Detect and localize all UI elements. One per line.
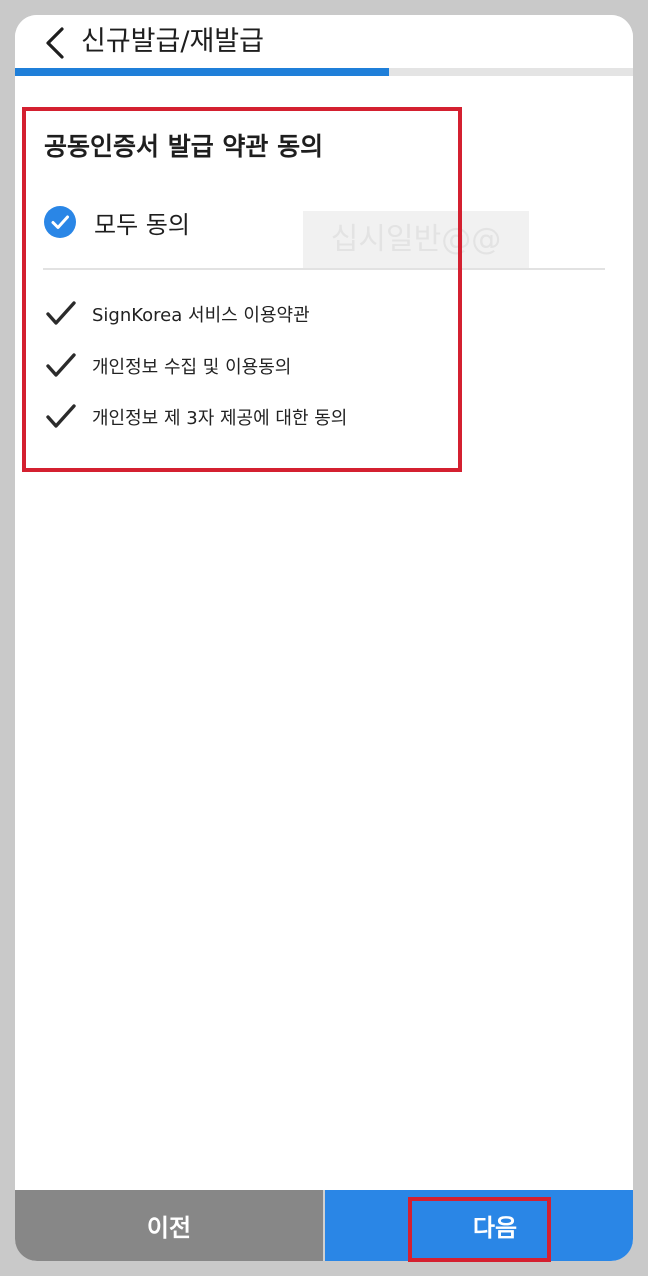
term-item-privacy-collection[interactable]: 개인정보 수집 및 이용동의 xyxy=(45,346,291,386)
term-item-service[interactable]: SignKorea 서비스 이용약관 xyxy=(45,294,310,334)
term-item-label: 개인정보 제 3자 제공에 대한 동의 xyxy=(92,408,348,429)
check-circle-icon xyxy=(44,206,76,238)
next-button[interactable]: 다음 xyxy=(325,1190,633,1261)
back-button[interactable] xyxy=(35,23,75,63)
term-item-label: SignKorea 서비스 이용약관 xyxy=(92,305,310,326)
agree-all-checkbox[interactable]: 모두 동의 xyxy=(43,201,190,243)
checkmark-icon xyxy=(46,353,76,377)
agree-all-label: 모두 동의 xyxy=(94,210,190,239)
checkmark-icon xyxy=(46,301,76,325)
progress-bar-fill xyxy=(15,68,389,76)
bottom-action-bar: 이전 다음 xyxy=(15,1190,633,1261)
progress-bar xyxy=(15,68,633,76)
divider xyxy=(43,268,605,270)
next-button-label: 다음 xyxy=(472,1214,518,1242)
chevron-left-icon xyxy=(46,27,64,59)
page-title: 신규발급/재발급 xyxy=(81,26,264,57)
watermark: 십시일반@@ xyxy=(303,211,529,268)
prev-button[interactable]: 이전 xyxy=(15,1190,323,1261)
terms-title: 공동인증서 발급 약관 동의 xyxy=(44,132,324,161)
header-bar: 신규발급/재발급 xyxy=(15,15,633,68)
checkmark-icon xyxy=(46,404,76,428)
term-item-label: 개인정보 수집 및 이용동의 xyxy=(92,357,292,378)
term-item-third-party[interactable]: 개인정보 제 3자 제공에 대한 동의 xyxy=(45,397,347,437)
app-screen: 신규발급/재발급 공동인증서 발급 약관 동의 모두 동의 십시일반@@ Sig… xyxy=(15,15,633,1261)
